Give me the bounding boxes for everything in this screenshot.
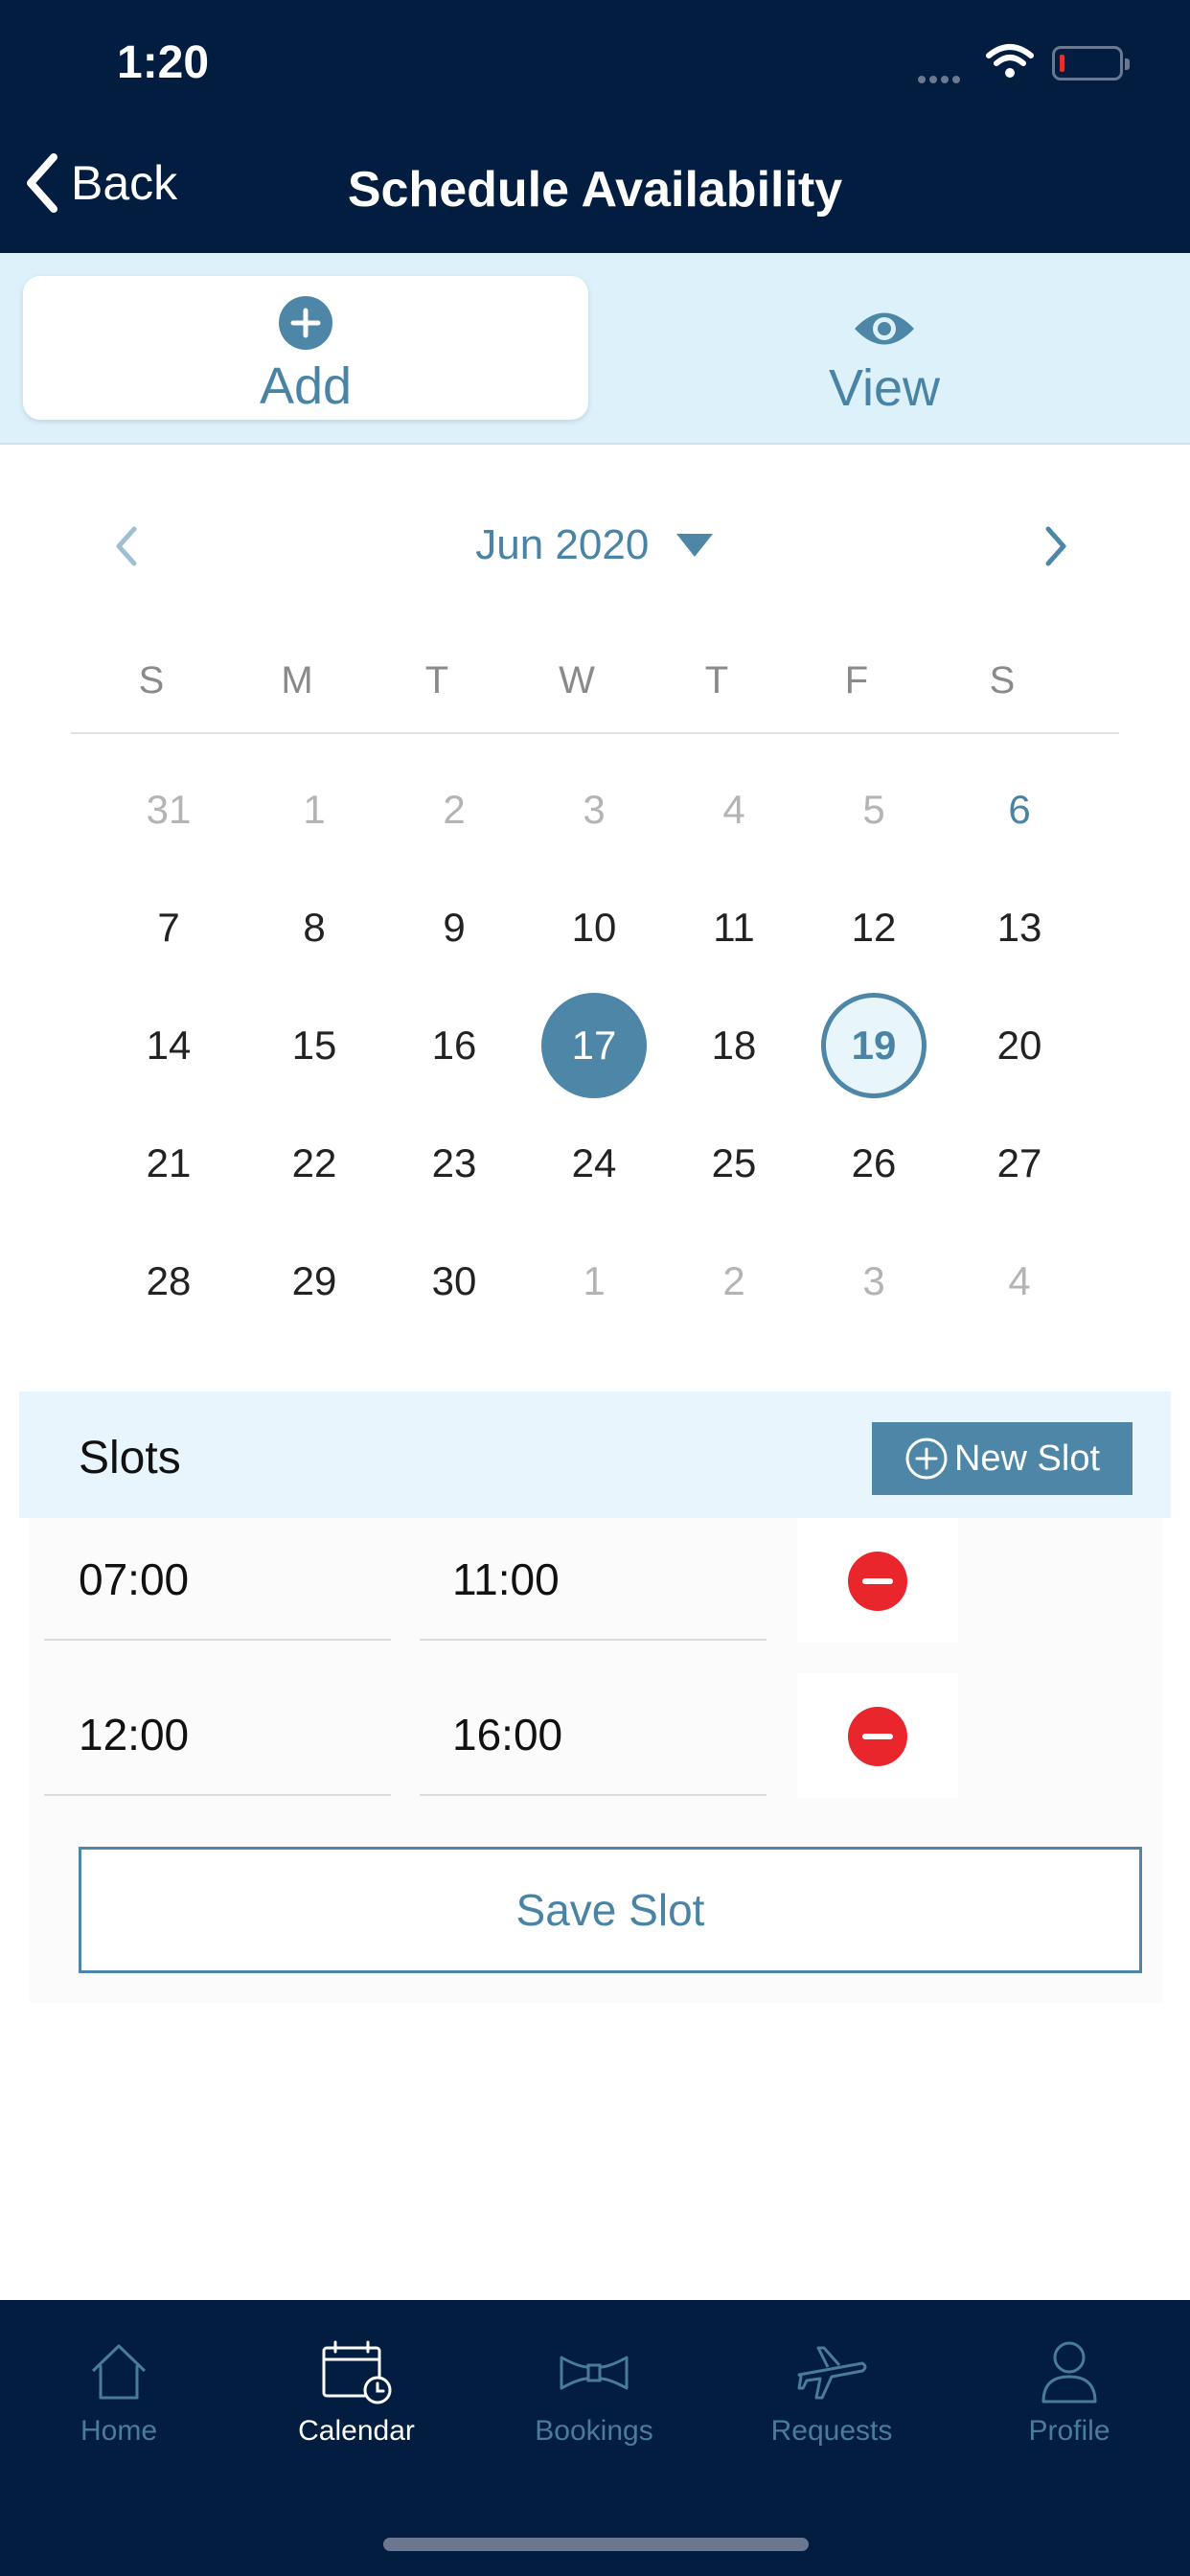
calendar-day[interactable]: 14 — [116, 993, 221, 1098]
slot-end-time-field[interactable]: 11:00 — [420, 1518, 767, 1641]
calendar-day[interactable]: 24 — [541, 1111, 647, 1216]
calendar-day[interactable]: 7 — [116, 875, 221, 980]
airplane-icon — [797, 2346, 867, 2400]
calendar-day[interactable]: 30 — [401, 1229, 507, 1334]
calendar-day-selected[interactable]: 17 — [541, 993, 647, 1098]
slot-row: 07:00 11:00 — [29, 1518, 1163, 1673]
calendar-day[interactable]: 2 — [681, 1229, 787, 1334]
calendar-day[interactable]: 1 — [541, 1229, 647, 1334]
slots-list: 07:00 11:00 12:00 16:00 Save Slot — [29, 1518, 1163, 2003]
home-icon — [91, 2344, 147, 2400]
tab-profile-label: Profile — [1028, 2415, 1110, 2447]
calendar-day[interactable]: 4 — [681, 757, 787, 862]
calendar-day[interactable]: 12 — [821, 875, 927, 980]
remove-slot-button[interactable] — [797, 1518, 958, 1643]
calendar-day[interactable]: 20 — [967, 993, 1072, 1098]
calendar-day[interactable]: 31 — [116, 757, 221, 862]
slot-row: 12:00 16:00 — [29, 1673, 1163, 1828]
bottom-tab-bar: Home Calendar Bookings Requests Profile — [0, 2300, 1190, 2576]
minus-circle-icon — [848, 1552, 907, 1611]
calendar-day[interactable]: 13 — [967, 875, 1072, 980]
plus-circle-outline-icon — [905, 1438, 948, 1480]
calendar-day-today[interactable]: 19 — [821, 993, 927, 1098]
calendar-day[interactable]: 29 — [262, 1229, 367, 1334]
calendar-day[interactable]: 11 — [681, 875, 787, 980]
calendar-day[interactable]: 16 — [401, 993, 507, 1098]
slots-title: Slots — [79, 1433, 181, 1484]
calendar-day[interactable]: 27 — [967, 1111, 1072, 1216]
tab-profile[interactable]: Profile — [954, 2338, 1184, 2448]
minus-circle-icon — [848, 1707, 907, 1766]
slots-header: Slots New Slot — [19, 1392, 1171, 1518]
home-indicator — [383, 2538, 809, 2551]
calendar-day[interactable]: 2 — [401, 757, 507, 862]
calendar-day[interactable]: 15 — [262, 993, 367, 1098]
tab-requests[interactable]: Requests — [717, 2338, 947, 2448]
slot-start-time-field[interactable]: 07:00 — [44, 1518, 391, 1641]
calendar-day[interactable]: 3 — [821, 1229, 927, 1334]
calendar-icon — [322, 2340, 392, 2404]
new-slot-button[interactable]: New Slot — [872, 1422, 1133, 1495]
slot-end-time-field[interactable]: 16:00 — [420, 1673, 767, 1796]
tab-bookings-label: Bookings — [535, 2415, 653, 2447]
calendar-day[interactable]: 21 — [116, 1111, 221, 1216]
tab-requests-label: Requests — [770, 2415, 893, 2447]
tab-home-label: Home — [80, 2415, 158, 2447]
calendar-day[interactable]: 8 — [262, 875, 367, 980]
calendar-day[interactable]: 22 — [262, 1111, 367, 1216]
calendar-day[interactable]: 28 — [116, 1229, 221, 1334]
calendar-day[interactable]: 26 — [821, 1111, 927, 1216]
calendar-day[interactable]: 25 — [681, 1111, 787, 1216]
calendar-day[interactable]: 1 — [262, 757, 367, 862]
person-icon — [1041, 2341, 1097, 2404]
calendar-day[interactable]: 18 — [681, 993, 787, 1098]
remove-slot-button[interactable] — [797, 1673, 958, 1798]
new-slot-label: New Slot — [953, 1438, 1101, 1479]
tab-home[interactable]: Home — [4, 2338, 234, 2448]
calendar-day[interactable]: 9 — [401, 875, 507, 980]
slot-start-time-field[interactable]: 12:00 — [44, 1673, 391, 1796]
calendar-day-grid: 31 1 2 3 4 5 6 7 8 9 10 11 12 13 14 15 16 17 18 19 20 21 22 23 2… — [0, 0, 1190, 1342]
calendar-day[interactable]: 10 — [541, 875, 647, 980]
tab-calendar[interactable]: Calendar — [241, 2338, 471, 2448]
calendar-day[interactable]: 23 — [401, 1111, 507, 1216]
calendar-day[interactable]: 6 — [967, 757, 1072, 862]
save-slot-button[interactable]: Save Slot — [79, 1847, 1142, 1973]
bowtie-icon — [560, 2356, 629, 2390]
calendar-day[interactable]: 5 — [821, 757, 927, 862]
calendar-day[interactable]: 4 — [967, 1229, 1072, 1334]
tab-bookings[interactable]: Bookings — [479, 2338, 709, 2448]
calendar-day[interactable]: 3 — [541, 757, 647, 862]
tab-calendar-label: Calendar — [298, 2415, 415, 2447]
